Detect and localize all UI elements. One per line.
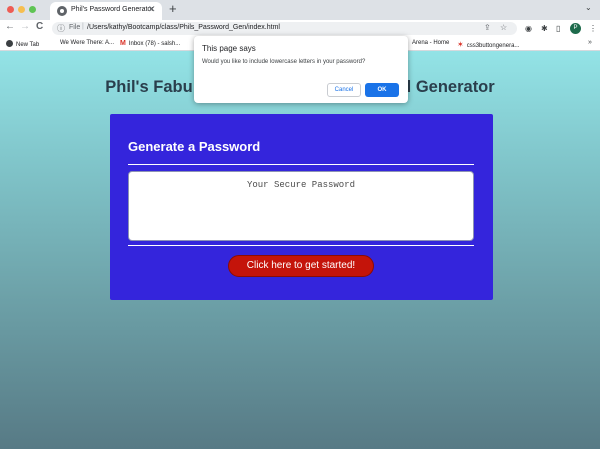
bookmark-item[interactable]: New Tab <box>6 40 39 48</box>
profile-avatar[interactable]: P <box>570 23 581 34</box>
bookmark-label: Inbox (78) - salsh... <box>128 41 181 47</box>
tab-close-icon[interactable]: ✕ <box>148 4 156 15</box>
reload-icon[interactable]: C <box>36 21 43 32</box>
divider <box>128 245 474 246</box>
info-icon[interactable]: ⓘ <box>57 23 65 34</box>
card-title: Generate a Password <box>128 139 261 154</box>
bookmark-label: We Were There: A... <box>60 40 115 46</box>
forward-arrow-icon[interactable]: → <box>20 21 30 32</box>
password-textarea[interactable]: Your Secure Password <box>128 171 474 241</box>
url-scheme: File <box>69 24 81 31</box>
bookmark-item[interactable]: Arena - Home <box>412 40 449 46</box>
cancel-button[interactable]: Cancel <box>327 83 361 97</box>
bookmark-item[interactable]: M Inbox (78) - salsh... <box>120 40 180 47</box>
generate-button[interactable]: Click here to get started! <box>228 255 374 277</box>
more-bookmarks-icon[interactable]: » <box>588 39 592 46</box>
zoom-window-button[interactable] <box>29 6 36 13</box>
new-tab-button[interactable]: + <box>169 1 177 16</box>
globe-icon <box>6 40 13 47</box>
puzzle-icon[interactable]: ✱ <box>541 24 548 33</box>
ok-button[interactable]: OK <box>365 83 399 97</box>
alert-dialog: This page says Would you like to include… <box>194 36 408 103</box>
password-card: Generate a Password Your Secure Password… <box>110 114 493 300</box>
browser-titlebar: Phil's Password Generator ✕ + ⌄ <box>0 0 600 20</box>
sidebar-icon[interactable]: ▯ <box>556 24 560 33</box>
page-title-right: l Generator <box>406 78 495 96</box>
browser-toolbar: ← → C ⓘ File | /Users/kathy/Bootcamp/cla… <box>0 20 600 37</box>
share-icon[interactable]: ⇪ <box>484 23 491 32</box>
bookmark-label: Arena - Home <box>412 40 450 46</box>
url-text: /Users/kathy/Bootcamp/class/Phils_Passwo… <box>87 24 280 31</box>
minimize-window-button[interactable] <box>18 6 25 13</box>
browser-tab[interactable]: Phil's Password Generator ✕ <box>50 2 162 20</box>
dialog-message: Would you like to include lowercase lett… <box>202 59 366 65</box>
extension-icon[interactable]: ◉ <box>525 24 532 33</box>
bookmark-item[interactable]: We Were There: A... <box>60 40 114 46</box>
bookmark-label: New Tab <box>16 42 40 48</box>
password-placeholder: Your Secure Password <box>246 180 356 190</box>
gmail-icon: M <box>120 40 126 47</box>
page-content: Phil's Fabu l Generator Generate a Passwo… <box>0 51 600 449</box>
close-window-button[interactable] <box>7 6 14 13</box>
chevron-down-icon[interactable]: ⌄ <box>585 3 592 12</box>
page-title-left: Phil's Fabu <box>105 78 193 96</box>
address-bar[interactable]: ⓘ File | /Users/kathy/Bootcamp/class/Phi… <box>52 22 517 35</box>
divider <box>128 164 474 165</box>
tab-title: Phil's Password Generator <box>71 6 154 13</box>
bookmark-item[interactable]: ✶ css3buttongenera... <box>457 40 519 49</box>
dialog-title: This page says <box>202 44 256 53</box>
star-icon: ✶ <box>457 40 464 49</box>
menu-dots-icon[interactable]: ⋮ <box>589 24 597 33</box>
bookmark-star-icon[interactable]: ☆ <box>500 23 507 32</box>
url-separator: | <box>82 23 84 30</box>
globe-icon <box>57 6 67 16</box>
bookmark-label: css3buttongenera... <box>466 43 520 49</box>
back-arrow-icon[interactable]: ← <box>5 21 15 32</box>
